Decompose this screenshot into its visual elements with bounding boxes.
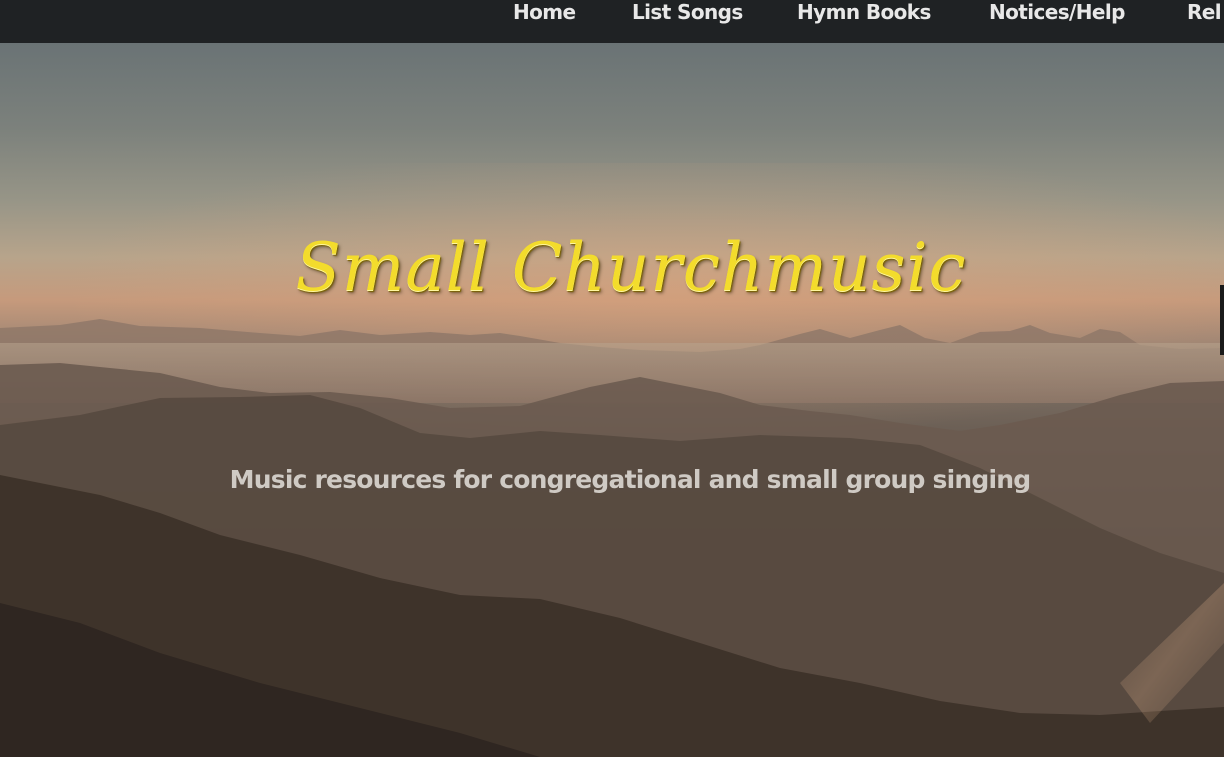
nav-item-list-songs[interactable]: List Songs [632, 0, 743, 26]
nav-item-hymn-books[interactable]: Hymn Books [797, 0, 931, 26]
nav-item-home[interactable]: Home [513, 0, 576, 26]
site-tagline: Music resources for congregational and s… [229, 465, 1031, 494]
nav-item-notices-help[interactable]: Notices/Help [989, 0, 1125, 26]
edge-widget-tab[interactable] [1220, 285, 1224, 355]
nav-item-truncated[interactable]: Rel [1187, 0, 1222, 26]
top-navigation: Home List Songs Hymn Books Notices/Help … [0, 0, 1224, 43]
site-title: Small Churchmusic [295, 229, 967, 306]
mountain-background-image [0, 163, 1224, 757]
hero-banner: Small Churchmusic Music resources for co… [0, 43, 1224, 757]
